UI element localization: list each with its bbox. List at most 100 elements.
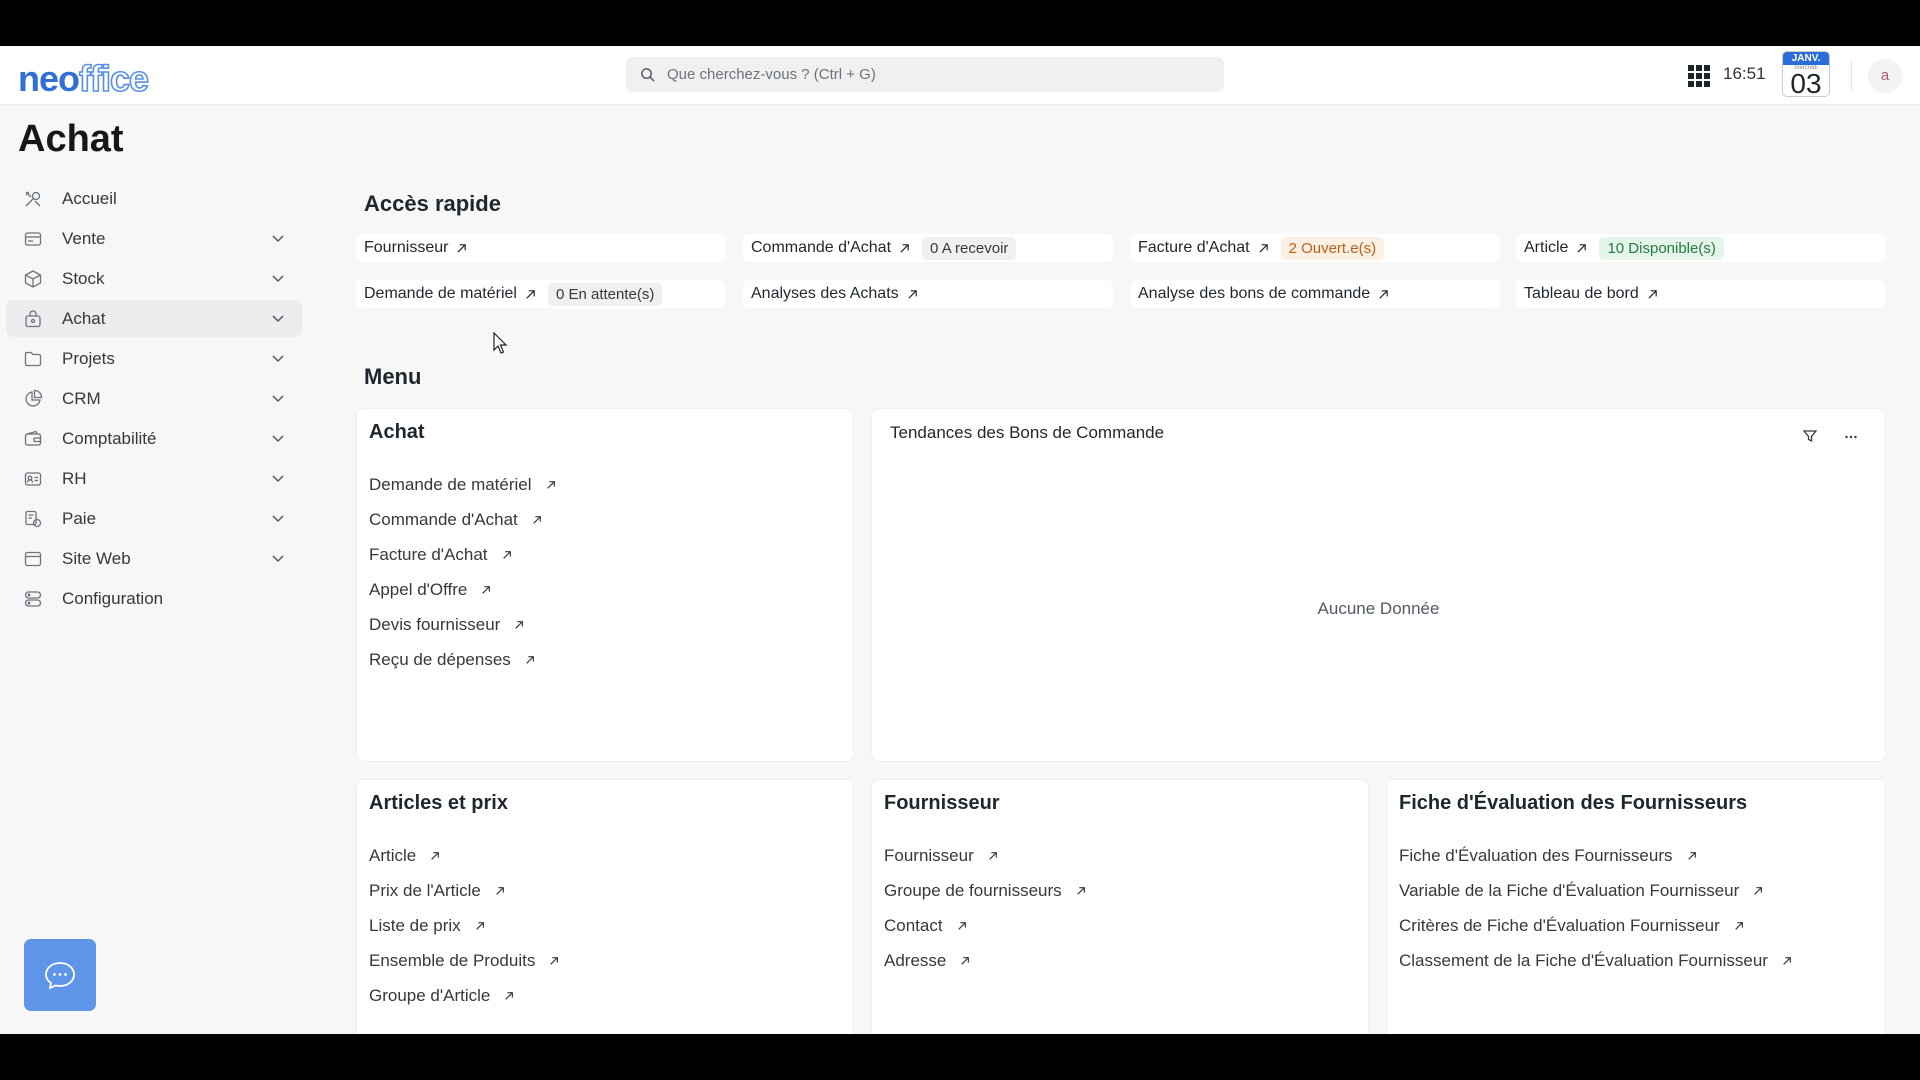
status-badge: 2 Ouvert.e(s): [1280, 236, 1385, 260]
sidebar-item-label: Paie: [62, 508, 97, 528]
sidebar-item-comptabilite[interactable]: Comptabilité: [6, 420, 302, 457]
card-achat: Achat Demande de matériel Commande d'Ach…: [356, 408, 854, 762]
chevron-down-icon[interactable]: [270, 550, 286, 566]
sidebar-item-label: Vente: [62, 228, 106, 248]
link-devis-fournisseur[interactable]: Devis fournisseur: [369, 607, 556, 642]
chevron-down-icon[interactable]: [270, 350, 286, 366]
chat-bubble-icon: [45, 962, 75, 990]
chevron-down-icon[interactable]: [270, 230, 286, 246]
chevron-down-icon[interactable]: [270, 270, 286, 286]
chat-button[interactable]: [24, 939, 96, 1011]
quick-access-label: Analyse des bons de commande: [1138, 285, 1371, 302]
quick-access-fournisseur[interactable]: Fournisseur: [356, 234, 726, 262]
sidebar: Accueil Vente Stock Achat Projets CRM Co…: [6, 180, 302, 620]
sidebar-item-crm[interactable]: CRM: [6, 380, 302, 417]
sidebar-item-rh[interactable]: RH: [6, 460, 302, 497]
arrow-up-right-icon: [502, 550, 511, 559]
box-icon: [22, 268, 44, 290]
sidebar-item-accueil[interactable]: Accueil: [6, 180, 302, 217]
sidebar-item-paie[interactable]: Paie: [6, 500, 302, 537]
link-demande-materiel[interactable]: Demande de matériel: [369, 467, 556, 502]
link-recu-depenses[interactable]: Reçu de dépenses: [369, 642, 556, 677]
arrow-up-right-icon: [1577, 243, 1587, 253]
arrow-up-right-icon: [526, 655, 534, 664]
search-input[interactable]: [667, 66, 1187, 83]
arrow-up-right-icon: [1687, 851, 1696, 860]
calendar-day: 03: [1790, 68, 1822, 97]
arrow-up-right-icon: [1783, 956, 1791, 965]
link-contact[interactable]: Contact: [884, 908, 1086, 943]
arrow-up-right-icon: [900, 243, 909, 253]
arrow-up-right-icon: [1076, 886, 1085, 895]
link-groupe-fournisseurs[interactable]: Groupe de fournisseurs: [884, 873, 1086, 908]
card-chart-tendances: Tendances des Bons de Commande Aucune Do…: [871, 408, 1886, 762]
link-list: Article Prix de l'Article Liste de prix …: [369, 838, 559, 1013]
sidebar-item-stock[interactable]: Stock: [6, 260, 302, 297]
quick-access-demande-materiel[interactable]: Demande de matériel 0 En attente(s): [356, 280, 726, 308]
card-title: Fiche d'Évaluation des Fournisseurs: [1399, 792, 1748, 814]
quick-access-label: Article: [1524, 239, 1569, 256]
sidebar-item-label: Site Web: [62, 548, 131, 568]
search-bar[interactable]: [626, 57, 1224, 92]
sidebar-item-vente[interactable]: Vente: [6, 220, 302, 257]
sidebar-item-label: Accueil: [62, 188, 117, 208]
arrow-up-right-icon: [1648, 289, 1657, 299]
link-criteres-fiche[interactable]: Critères de Fiche d'Évaluation Fournisse…: [1399, 908, 1792, 943]
link-list: Fiche d'Évaluation des Fournisseurs Vari…: [1399, 838, 1792, 978]
tools-icon: [22, 188, 44, 210]
link-prix-article[interactable]: Prix de l'Article: [369, 873, 559, 908]
sidebar-item-label: Projets: [62, 348, 115, 368]
sidebar-item-projets[interactable]: Projets: [6, 340, 302, 377]
calendar-icon[interactable]: JANV. mercredi 03: [1782, 51, 1830, 97]
link-groupe-article[interactable]: Groupe d'Article: [369, 978, 559, 1013]
app-window: neoffice 16:51 JANV. mercredi 03 a Achat…: [0, 46, 1920, 1034]
id-card-icon: [22, 468, 44, 490]
sidebar-item-site-web[interactable]: Site Web: [6, 540, 302, 577]
sidebar-item-label: Comptabilité: [62, 428, 157, 448]
quick-access-facture-achat[interactable]: Facture d'Achat 2 Ouvert.e(s): [1130, 234, 1500, 262]
quick-access-tableau-de-bord[interactable]: Tableau de bord: [1516, 280, 1886, 308]
quick-access-commande-achat[interactable]: Commande d'Achat 0 A recevoir: [743, 234, 1113, 262]
link-commande-achat[interactable]: Commande d'Achat: [369, 502, 556, 537]
link-fournisseur[interactable]: Fournisseur: [884, 838, 1086, 873]
arrow-up-right-icon: [957, 921, 966, 930]
chevron-down-icon[interactable]: [270, 430, 286, 446]
link-variable-fiche[interactable]: Variable de la Fiche d'Évaluation Fourni…: [1399, 873, 1792, 908]
quick-access-analyse-bons-commande[interactable]: Analyse des bons de commande: [1130, 280, 1500, 308]
quick-access-analyses-achats[interactable]: Analyses des Achats: [743, 280, 1113, 308]
apps-grid-icon[interactable]: [1688, 65, 1710, 87]
card-evaluation-fournisseurs: Fiche d'Évaluation des Fournisseurs Fich…: [1386, 779, 1886, 1034]
quick-access-article[interactable]: Article 10 Disponible(s): [1516, 234, 1886, 262]
clock: 16:51: [1723, 64, 1766, 83]
link-ensemble-produits[interactable]: Ensemble de Produits: [369, 943, 559, 978]
filter-icon[interactable]: [1799, 425, 1821, 447]
sidebar-item-configuration[interactable]: Configuration: [6, 580, 302, 617]
chevron-down-icon[interactable]: [270, 310, 286, 326]
browser-icon: [22, 548, 44, 570]
link-list: Demande de matériel Commande d'Achat Fac…: [369, 467, 556, 677]
chart-title: Tendances des Bons de Commande: [890, 423, 1165, 442]
chevron-down-icon[interactable]: [270, 390, 286, 406]
shopping-bag-icon: [22, 308, 44, 330]
link-article[interactable]: Article: [369, 838, 559, 873]
link-facture-achat[interactable]: Facture d'Achat: [369, 537, 556, 572]
link-adresse[interactable]: Adresse: [884, 943, 1086, 978]
wallet-icon: [22, 428, 44, 450]
top-letterbox: [0, 0, 1920, 46]
sidebar-item-label: CRM: [62, 388, 101, 408]
payroll-icon: [22, 508, 44, 530]
chevron-down-icon[interactable]: [270, 470, 286, 486]
link-classement-fiche[interactable]: Classement de la Fiche d'Évaluation Four…: [1399, 943, 1792, 978]
link-appel-offre[interactable]: Appel d'Offre: [369, 572, 556, 607]
link-fiche-evaluation[interactable]: Fiche d'Évaluation des Fournisseurs: [1399, 838, 1792, 873]
quick-access-label: Facture d'Achat: [1138, 239, 1250, 256]
user-avatar[interactable]: a: [1868, 59, 1902, 93]
sidebar-item-achat[interactable]: Achat: [6, 300, 302, 337]
mouse-cursor-icon: [493, 332, 508, 354]
link-liste-prix[interactable]: Liste de prix: [369, 908, 559, 943]
more-options-icon[interactable]: [1840, 425, 1862, 447]
chevron-down-icon[interactable]: [270, 510, 286, 526]
menu-title: Menu: [364, 364, 422, 389]
neoffice-logo[interactable]: neoffice: [18, 57, 150, 100]
arrow-up-right-icon: [457, 243, 467, 253]
